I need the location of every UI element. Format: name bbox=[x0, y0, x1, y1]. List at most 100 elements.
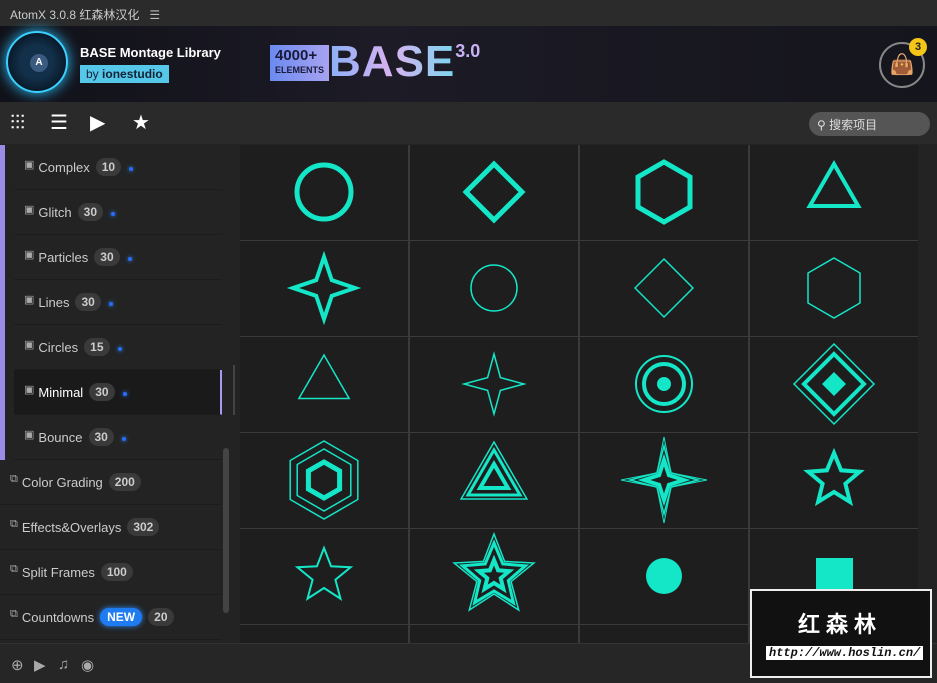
star4-nested-icon bbox=[620, 436, 708, 524]
thumbnail-hexagons-nested[interactable] bbox=[240, 433, 408, 528]
list-icon[interactable]: ☰ bbox=[50, 112, 68, 134]
thumbnail-triangle-thin[interactable] bbox=[240, 337, 408, 432]
thumbnail-star5-thick[interactable] bbox=[750, 433, 918, 528]
sidebar-folder-label: Color Grading bbox=[21, 474, 103, 490]
subgroup-indicator bbox=[0, 145, 5, 460]
status-dot bbox=[117, 347, 122, 351]
shopping-bag-icon: 👜 bbox=[889, 54, 915, 76]
sidebar-item-label: Complex bbox=[38, 159, 90, 175]
eye-icon[interactable]: ◉ bbox=[81, 656, 94, 674]
blank-icon bbox=[580, 625, 748, 643]
sidebar-folder-label: Effects&Overlays bbox=[21, 519, 122, 535]
target-icon[interactable]: ⊕ bbox=[11, 656, 24, 674]
thumbnail-circle-thick[interactable] bbox=[240, 145, 408, 240]
thumbnail-star5-thin[interactable] bbox=[240, 529, 408, 624]
thumbnail-hexagon-thin[interactable] bbox=[750, 241, 918, 336]
thumbnail-circles-concentric[interactable] bbox=[580, 337, 748, 432]
folder-icon: ⧉ bbox=[10, 562, 18, 575]
thumbnail-star4-nested[interactable] bbox=[580, 433, 748, 528]
sliders-icon[interactable]: ⫶⫶⫶ bbox=[10, 112, 25, 134]
sidebar-item-particles[interactable]: ▣ Particles 30 bbox=[14, 235, 222, 280]
sidebar-scrollbar[interactable] bbox=[223, 448, 229, 613]
sidebar-item-label: Bounce bbox=[38, 429, 83, 445]
count-badge: 30 bbox=[77, 203, 103, 221]
promo-name: BASE bbox=[329, 37, 456, 86]
thumbnail-blank[interactable] bbox=[410, 625, 578, 643]
sidebar-folder-label: Countdowns bbox=[21, 609, 95, 625]
by-prefix: by bbox=[86, 67, 99, 81]
sidebar-item-lines[interactable]: ▣ Lines 30 bbox=[14, 280, 222, 325]
thumbnail-diamond-thin[interactable] bbox=[580, 241, 748, 336]
status-dot bbox=[122, 392, 127, 396]
promo-banner[interactable]: 4000+ ELEMENTS BASE 3.0 bbox=[270, 37, 481, 86]
watermark-title: 红森林 bbox=[798, 612, 883, 637]
thumbnail-diamonds-nested[interactable] bbox=[750, 337, 918, 432]
video-icon[interactable]: ▶ bbox=[34, 656, 46, 674]
sidebar-item-circles[interactable]: ▣ Circles 15 bbox=[14, 325, 222, 370]
sidebar-item-complex[interactable]: ▣ Complex 10 bbox=[14, 145, 222, 190]
author-link[interactable]: by ionestudio bbox=[80, 65, 169, 83]
music-icon[interactable]: ♫ bbox=[58, 656, 69, 673]
blank-icon bbox=[410, 625, 578, 643]
diamond-thin-icon bbox=[633, 257, 695, 319]
sidebar-folder-3[interactable]: ⧉ Countdowns NEW 20 bbox=[0, 595, 222, 640]
count-badge: 15 bbox=[84, 338, 110, 356]
star5-thin-icon bbox=[294, 545, 354, 601]
toolbar: ⫶⫶⫶ ☰ ▶ ★ ⚲ 搜索项目 bbox=[0, 102, 937, 144]
thumbnail-star5-nested[interactable] bbox=[410, 529, 578, 624]
new-badge: NEW bbox=[100, 608, 143, 626]
star5-thick-icon bbox=[803, 447, 865, 507]
search-input[interactable]: ⚲ 搜索项目 bbox=[809, 112, 930, 136]
cart-count-badge: 3 bbox=[909, 38, 927, 56]
thumbnail-blank[interactable] bbox=[240, 625, 408, 643]
title-bar: AtomX 3.0.8 红森林汉化 ☰ bbox=[0, 0, 937, 26]
thumbnail-star4-thin[interactable] bbox=[410, 337, 578, 432]
sidebar-item-glitch[interactable]: ▣ Glitch 30 bbox=[14, 190, 222, 235]
hexagons-nested-icon bbox=[289, 440, 359, 520]
sidebar-item-label: Lines bbox=[38, 294, 70, 310]
count-badge: 200 bbox=[108, 473, 141, 491]
app-title: AtomX 3.0.8 红森林汉化 bbox=[10, 8, 140, 22]
cart-button[interactable]: 👜 3 bbox=[879, 38, 927, 88]
video-file-icon[interactable]: ▶ bbox=[90, 112, 105, 134]
promo-elements: ELEMENTS bbox=[275, 65, 325, 75]
count-badge: 10 bbox=[95, 158, 122, 176]
project-file-icon: ▣ bbox=[24, 383, 35, 396]
project-file-icon: ▣ bbox=[24, 158, 35, 171]
author-name: ionestudio bbox=[102, 67, 163, 81]
project-file-icon: ▣ bbox=[24, 293, 35, 306]
thumbnail-hexagon-thick[interactable] bbox=[580, 145, 748, 240]
star-icon[interactable]: ★ bbox=[132, 112, 150, 134]
thumbnail-diamond-thick[interactable] bbox=[410, 145, 578, 240]
sidebar-item-label: Minimal bbox=[38, 384, 84, 400]
thumbnail-circle-thin[interactable] bbox=[410, 241, 578, 336]
sidebar-folder-label: Split Frames bbox=[21, 564, 95, 580]
thumbnail-triangle-thick[interactable] bbox=[750, 145, 918, 240]
banner: A BASE Montage Library by ionestudio 400… bbox=[0, 26, 937, 102]
sidebar-folder-1[interactable]: ⧉ Effects&Overlays 302 bbox=[0, 505, 222, 550]
thumbnail-triangles-nested[interactable] bbox=[410, 433, 578, 528]
status-dot bbox=[127, 257, 132, 261]
triangle-thick-icon bbox=[806, 159, 862, 208]
sidebar-item-label: Glitch bbox=[38, 204, 72, 220]
triangle-thin-icon bbox=[297, 353, 351, 400]
circle-thin-icon bbox=[470, 264, 518, 312]
thumbnail-star4-thick[interactable] bbox=[240, 241, 408, 336]
sidebar-folder-2[interactable]: ⧉ Split Frames 100 bbox=[0, 550, 222, 595]
splitter-handle[interactable] bbox=[233, 365, 235, 415]
promo-version: 3.0 bbox=[455, 41, 481, 61]
hexagon-thick-icon bbox=[635, 159, 693, 225]
status-dot bbox=[108, 302, 113, 306]
thumbnail-blank[interactable] bbox=[580, 625, 748, 643]
promo-count-box: 4000+ ELEMENTS bbox=[270, 45, 330, 81]
count-badge: 30 bbox=[88, 428, 114, 446]
sidebar-folder-0[interactable]: ⧉ Color Grading 200 bbox=[0, 460, 222, 505]
thumbnail-circle-filled[interactable] bbox=[580, 529, 748, 624]
sidebar-item-bounce[interactable]: ▣ Bounce 30 bbox=[14, 415, 222, 460]
blank-icon bbox=[240, 625, 408, 643]
sidebar-item-minimal[interactable]: ▣ Minimal 30 bbox=[14, 370, 222, 415]
count-badge: 30 bbox=[89, 383, 115, 401]
hamburger-icon[interactable]: ☰ bbox=[149, 8, 160, 22]
status-dot bbox=[129, 167, 134, 171]
circles-concentric-icon bbox=[635, 355, 693, 413]
